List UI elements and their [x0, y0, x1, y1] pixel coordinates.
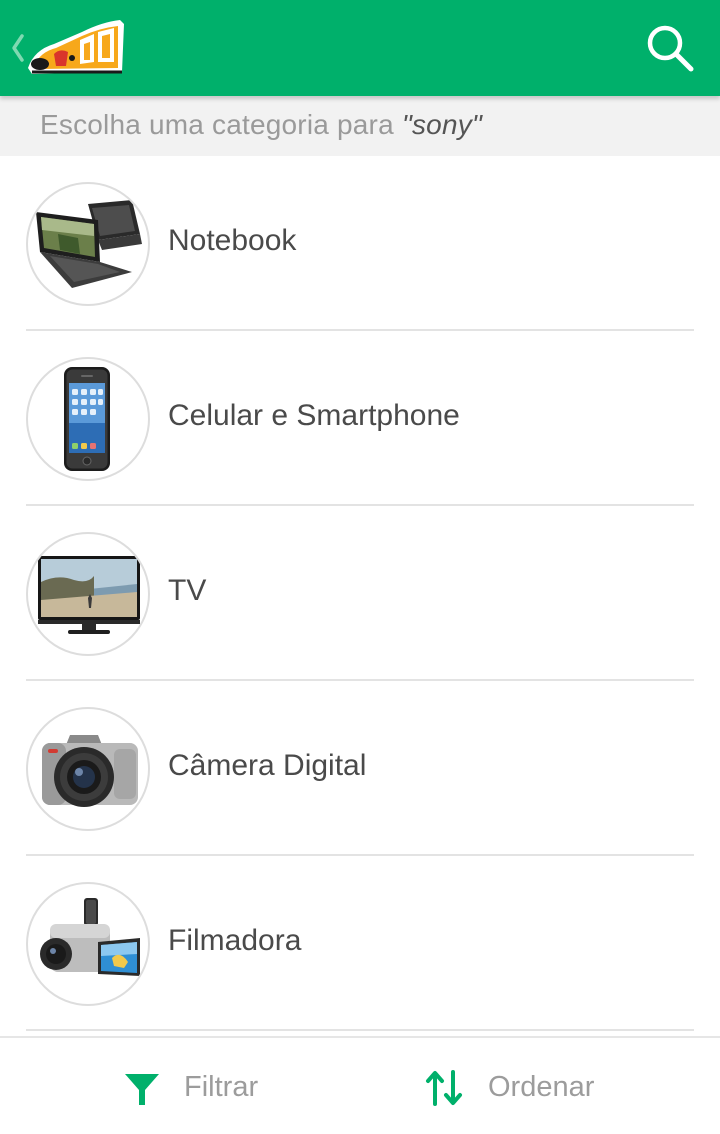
category-label: Filmadora	[168, 924, 302, 957]
sort-label: Ordenar	[488, 1071, 595, 1103]
bottom-action-bar: Filtrar Ordenar	[0, 1036, 720, 1134]
app-screen: Escolha uma categoria para "sony" Notebo…	[0, 0, 720, 1134]
funnel-icon	[125, 1074, 159, 1105]
top-action-bar	[0, 0, 720, 96]
category-prompt: Escolha uma categoria para "sony"	[40, 109, 482, 141]
dog-logo-icon[interactable]	[24, 18, 126, 78]
category-item-smartphone[interactable]: Celular e Smartphone	[0, 331, 720, 506]
filter-button[interactable]: Filtrar	[120, 1038, 340, 1134]
camera-thumbnail	[26, 707, 150, 831]
category-prompt-prefix: Escolha uma categoria para	[40, 109, 402, 140]
category-label: TV	[168, 574, 207, 607]
category-item-notebook[interactable]: Notebook	[0, 156, 720, 331]
search-query: "sony"	[401, 109, 483, 140]
sort-button[interactable]: Ordenar	[422, 1038, 642, 1134]
filter-label: Filtrar	[184, 1071, 259, 1103]
category-list: Notebook Celular e Smartphone TV Câmera …	[0, 156, 720, 1031]
notebook-thumbnail	[26, 182, 150, 306]
category-item-camera[interactable]: Câmera Digital	[0, 681, 720, 856]
category-label: Celular e Smartphone	[168, 399, 460, 432]
smartphone-thumbnail	[26, 357, 150, 481]
category-prompt-bar: Escolha uma categoria para "sony"	[0, 96, 720, 156]
camcorder-thumbnail	[26, 882, 150, 1006]
category-label: Câmera Digital	[168, 749, 367, 782]
sort-arrows-icon	[426, 1070, 462, 1106]
list-divider	[26, 1029, 694, 1031]
search-icon[interactable]	[644, 22, 696, 74]
category-label: Notebook	[168, 224, 297, 257]
tv-thumbnail	[26, 532, 150, 656]
category-item-camcorder[interactable]: Filmadora	[0, 856, 720, 1031]
category-item-tv[interactable]: TV	[0, 506, 720, 681]
